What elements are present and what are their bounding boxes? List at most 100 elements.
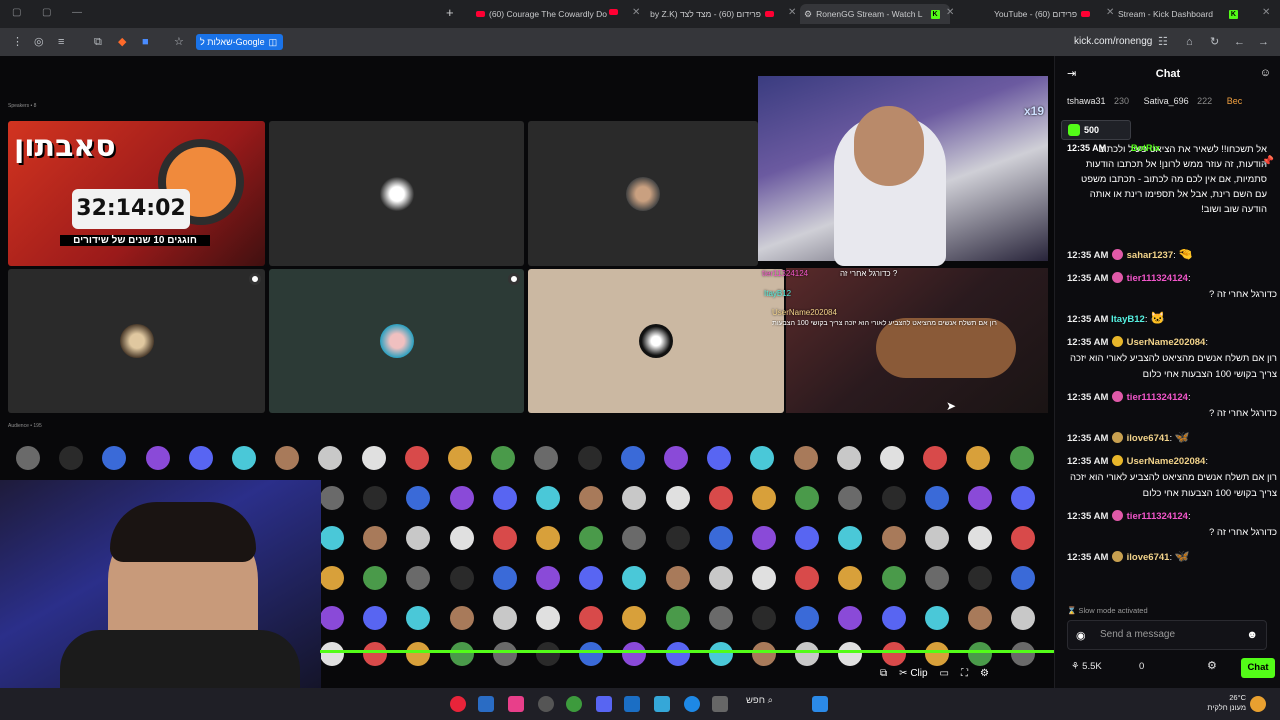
emote-icon[interactable]: ☻ [1246,629,1258,641]
audience-avatar[interactable] [275,446,300,470]
download-icon[interactable]: ■ [142,35,149,49]
app-icon[interactable] [538,696,554,712]
tab-1[interactable]: by Z.K) פרידום (60) - מצד לצד [644,4,774,24]
audience-avatar[interactable] [363,486,388,510]
chat-settings-icon[interactable]: ◉ [1076,629,1086,642]
chat-message[interactable]: 12:35 AM sahar1237: 🤏 [1067,246,1277,264]
audience-avatar[interactable] [881,486,906,510]
tab-search-icon[interactable]: ▢ [42,7,51,18]
audience-avatar[interactable] [795,526,820,550]
chat-message[interactable]: 12:35 AM tier111324124: כדורגל אחרי זה ? [1067,271,1277,303]
message-user[interactable]: UserName202084 [1127,456,1206,467]
audience-avatar[interactable] [406,606,431,630]
audience-avatar[interactable] [924,566,949,590]
audience-avatar[interactable] [102,446,127,470]
audience-avatar[interactable] [1009,446,1034,470]
speaker-tile[interactable] [269,269,524,413]
audience-avatar[interactable] [491,446,516,470]
forward-icon[interactable]: → [1258,35,1269,49]
chat-input[interactable]: ◉ Send a message ☻ [1067,620,1267,650]
audience-avatar[interactable] [406,486,431,510]
audience-avatar[interactable] [838,566,863,590]
audience-avatar[interactable] [363,566,388,590]
audience-avatar[interactable] [880,446,904,470]
home-icon[interactable]: ⌂ [1186,35,1193,49]
message-user[interactable]: ilove6741 [1127,433,1170,444]
audience-avatar[interactable] [665,642,690,666]
audience-avatar[interactable] [361,446,386,470]
audience-avatar[interactable] [795,486,820,510]
audience-avatar[interactable] [536,486,560,510]
audience-avatar[interactable] [968,486,992,510]
chat-message[interactable]: 12:35 AM tier111324124: כדורגל אחרי זה ? [1067,390,1277,422]
stream-video[interactable]: Speakers • 8 סאבתון 32:14:02 חוגגים 10 ש… [0,56,1054,688]
theater-icon[interactable]: ▭ [940,668,949,679]
audience-avatar[interactable] [752,642,776,666]
audience-avatar[interactable] [145,446,170,470]
audience-avatar[interactable] [708,566,733,590]
bookmark-star-icon[interactable]: ☆ [174,35,184,49]
extension-icon[interactable]: ◎ [34,35,44,49]
speaker-tile[interactable] [8,269,265,413]
new-tab-icon[interactable]: + [446,5,454,20]
audience-avatar[interactable] [406,642,431,666]
audience-avatar[interactable] [708,606,733,630]
audience-avatar[interactable] [665,526,690,550]
audience-avatar[interactable] [622,526,647,550]
audience-avatar[interactable] [232,446,256,470]
chat-message[interactable]: 12:35 AM ilove6741: 🦋 [1067,429,1277,447]
audience-avatar[interactable] [924,526,949,550]
message-user[interactable]: tier111324124 [1127,511,1188,522]
audience-avatar[interactable] [752,526,776,550]
opera-icon[interactable] [450,696,466,712]
audience-avatar[interactable] [924,486,949,510]
audience-avatar[interactable] [752,486,776,510]
speaker-tile[interactable] [528,121,758,266]
audience-avatar[interactable] [449,526,474,550]
audience-avatar[interactable] [881,526,906,550]
notification-icon[interactable] [1250,696,1266,712]
audience-avatar[interactable] [707,446,732,470]
audience-avatar[interactable] [795,566,820,590]
audience-avatar[interactable] [1011,486,1036,510]
audience-avatar[interactable] [665,486,690,510]
tab-close-icon[interactable]: ✕ [632,7,640,18]
pin-icon[interactable]: 📌 [1262,156,1274,167]
audience-avatar[interactable] [622,566,647,590]
audience-avatar[interactable] [1011,606,1036,630]
audience-avatar[interactable] [577,446,602,470]
audience-avatar[interactable] [320,642,344,666]
audience-avatar[interactable] [924,606,949,630]
audience-avatar[interactable] [708,486,733,510]
chat-gear-icon[interactable]: ⚙ [1207,659,1217,672]
calculator-icon[interactable] [712,696,728,712]
audience-avatar[interactable] [838,606,863,630]
message-user[interactable]: ilove6741 [1127,552,1170,563]
audience-avatar[interactable] [404,446,429,470]
audience-avatar[interactable] [492,606,517,630]
steam-store-icon[interactable] [624,696,640,712]
audience-avatar[interactable] [492,566,517,590]
audience-avatar[interactable] [579,526,604,550]
audience-avatar[interactable] [752,606,776,630]
audience-avatar[interactable] [363,642,388,666]
music-icon[interactable] [508,696,524,712]
audience-avatar[interactable] [449,566,474,590]
users-icon[interactable]: ☺ [1260,67,1271,79]
audience-avatar[interactable] [664,446,688,470]
weather-widget[interactable]: 26°C מעונן חלקית [1202,693,1246,713]
audience-avatar[interactable] [752,566,776,590]
audience-avatar[interactable] [406,566,431,590]
audience-avatar[interactable] [622,486,647,510]
audience-avatar[interactable] [579,606,604,630]
audience-avatar[interactable] [968,566,992,590]
clip-button[interactable]: ✂ Clip [899,668,927,679]
tab-close-icon[interactable]: ✕ [1106,7,1114,18]
puzzle-icon[interactable]: ⧉ [94,35,102,49]
chrome-icon[interactable] [566,696,582,712]
audience-avatar[interactable] [449,606,474,630]
speaker-tile[interactable] [528,269,784,413]
audience-avatar[interactable] [750,446,775,470]
message-user[interactable]: tier111324124 [1127,273,1188,284]
audience-avatar[interactable] [320,526,344,550]
